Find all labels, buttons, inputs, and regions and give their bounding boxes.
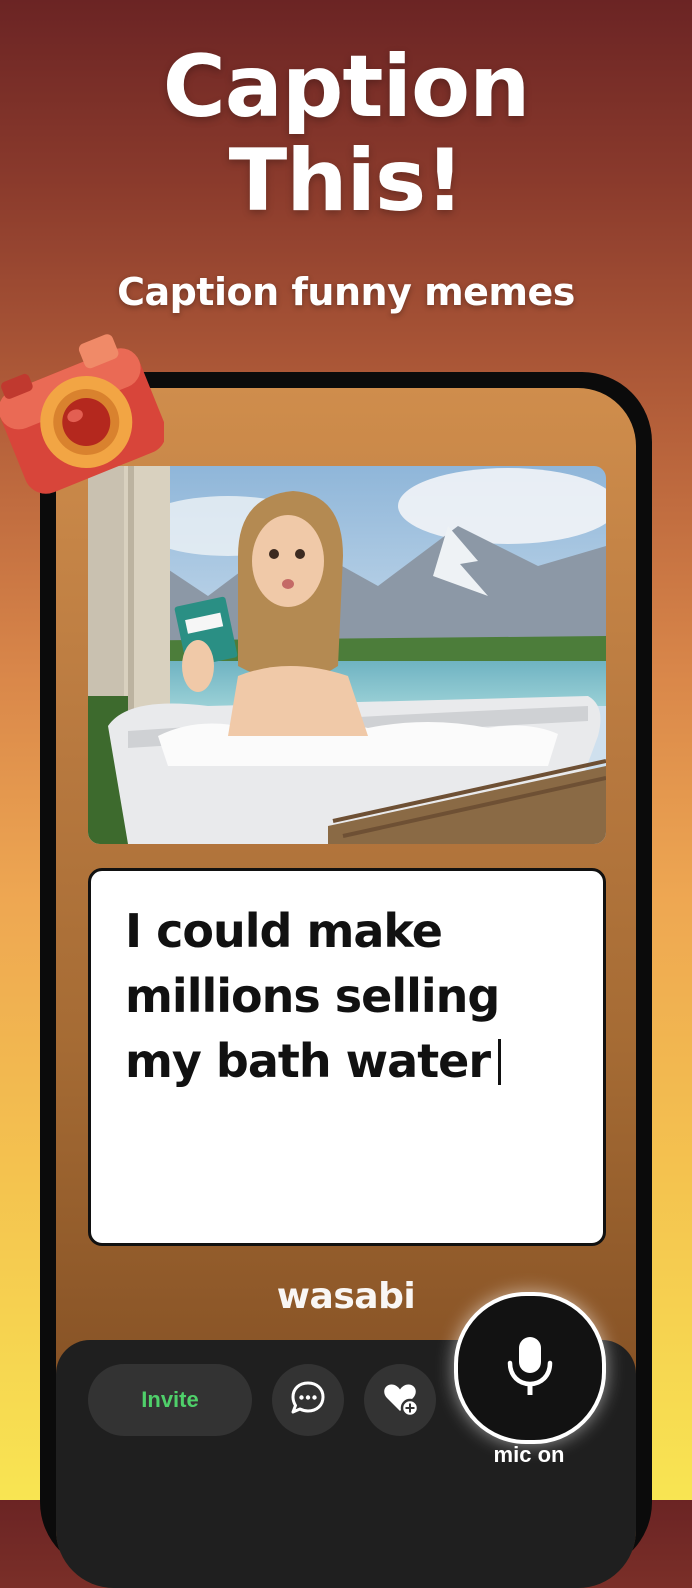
meme-image [88, 466, 606, 844]
meme-illustration [88, 466, 606, 844]
text-cursor [498, 1039, 502, 1085]
invite-button[interactable]: Invite [88, 1364, 252, 1436]
chat-icon [288, 1378, 328, 1423]
favorite-button[interactable] [364, 1364, 436, 1436]
mic-button[interactable] [454, 1292, 606, 1444]
chat-button[interactable] [272, 1364, 344, 1436]
headline-line-1: Caption [162, 37, 531, 137]
mic-status-label: mic on [493, 1442, 565, 1467]
caption-input[interactable]: I could make millions selling my bath wa… [88, 868, 606, 1246]
microphone-icon [504, 1333, 556, 1404]
headline: Caption This! [0, 40, 692, 228]
subheadline: Caption funny memes [117, 270, 575, 314]
camera-icon [0, 312, 167, 502]
headline-line-2: This! [228, 131, 465, 231]
heart-plus-icon [379, 1377, 421, 1424]
caption-text: I could make millions selling my bath wa… [125, 904, 500, 1088]
